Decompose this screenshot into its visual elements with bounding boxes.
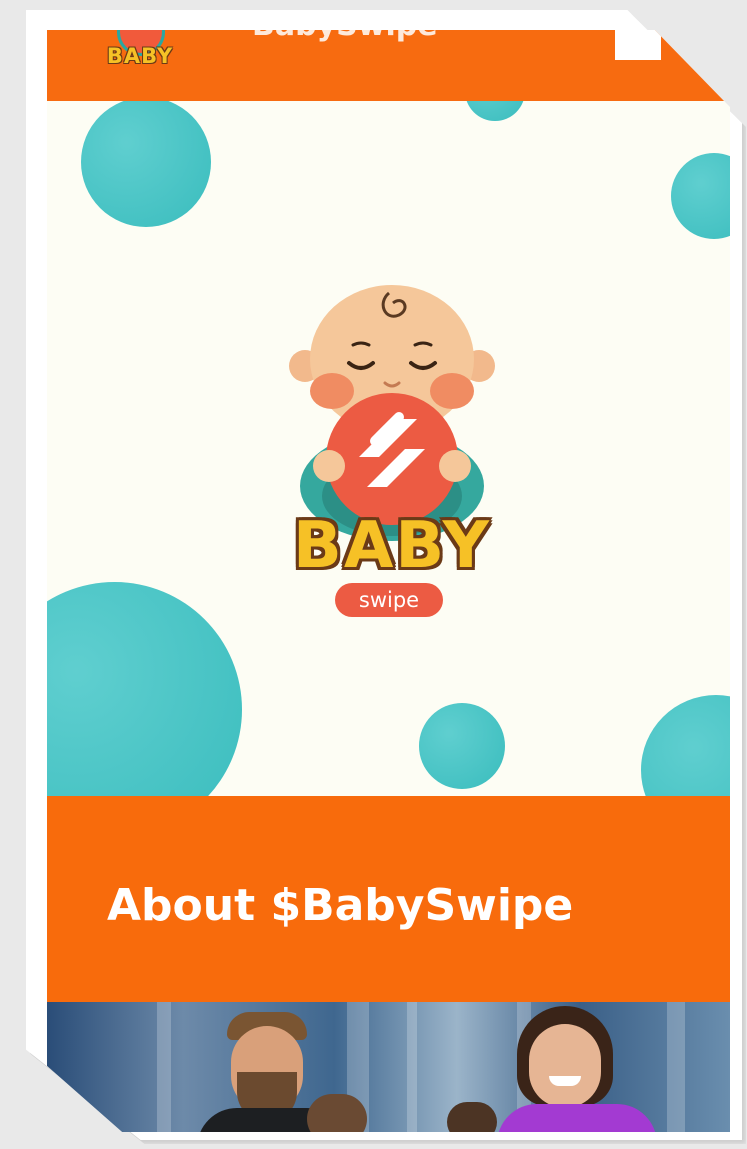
decor-dot [81, 101, 211, 227]
photo-person-child [297, 1094, 377, 1132]
site-header: BABY BabySwipe [47, 30, 730, 101]
baby-swipe-mascot-icon [289, 285, 495, 541]
header-logo-text: BABY [106, 44, 174, 68]
decor-dot [47, 582, 242, 796]
decor-dot [465, 101, 525, 121]
hero-logo: BABY swipe [277, 281, 507, 621]
page-viewport: BABY Baby Swipe [47, 30, 730, 1132]
family-photo [47, 1002, 730, 1132]
photo-person-woman [487, 1006, 657, 1132]
decor-dot [671, 153, 730, 239]
decor-dot [419, 703, 505, 789]
hero-section: BABY swipe [47, 101, 730, 796]
hero-logo-pill: swipe [335, 583, 443, 617]
menu-button[interactable] [615, 30, 661, 60]
hero-logo-wordmark: BABY [293, 509, 491, 583]
decor-dot [641, 695, 730, 796]
about-section: About $BabySwipe [47, 796, 730, 1002]
about-title: About $BabySwipe [107, 880, 574, 931]
header-logo[interactable]: BABY [95, 30, 185, 90]
header-title: BabySwipe [252, 30, 438, 43]
